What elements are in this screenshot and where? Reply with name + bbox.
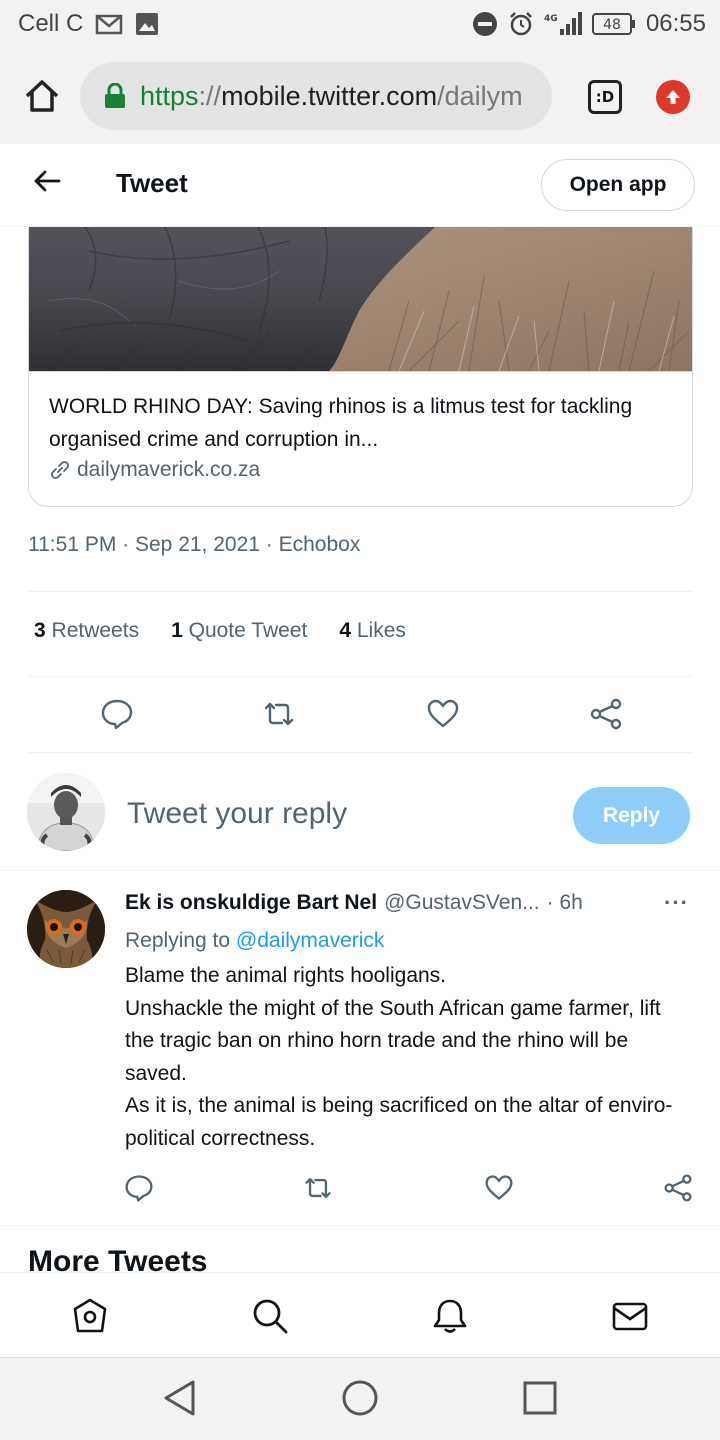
home-icon[interactable] bbox=[22, 76, 62, 116]
clock: 06:55 bbox=[645, 10, 706, 37]
tweet-timestamp[interactable]: 11:51 PM · Sep 21, 2021 · Echobox bbox=[28, 533, 360, 557]
retweets-stat[interactable]: 3 Retweets bbox=[34, 619, 139, 643]
retweet-icon[interactable] bbox=[303, 1173, 333, 1203]
back-triangle-icon[interactable] bbox=[160, 1378, 200, 1418]
tweet-header: Tweet Open app bbox=[0, 144, 720, 227]
likes-stat[interactable]: 4 Likes bbox=[339, 619, 406, 643]
reply-header: Ek is onskuldige Bart Nel @GustavSVen...… bbox=[125, 891, 583, 915]
alarm-icon bbox=[508, 11, 534, 37]
reply-input[interactable]: Tweet your reply bbox=[127, 797, 347, 831]
reply-text-line: As it is, the animal is being sacrificed… bbox=[125, 1094, 673, 1150]
like-heart-icon[interactable] bbox=[484, 1173, 514, 1203]
update-icon[interactable] bbox=[656, 80, 690, 114]
image-icon bbox=[135, 12, 159, 36]
browser-toolbar: https://mobile.twitter.com/dailym :D bbox=[0, 50, 720, 144]
page-title: Tweet bbox=[116, 168, 188, 198]
bottom-navigation bbox=[0, 1272, 720, 1357]
replier-name[interactable]: Ek is onskuldige Bart Nel bbox=[125, 891, 377, 915]
more-tweets-heading: More Tweets bbox=[28, 1245, 208, 1272]
back-arrow-icon[interactable] bbox=[32, 166, 62, 196]
lock-icon bbox=[105, 83, 125, 108]
tweet-stats: 3 Retweets 1 Quote Tweet 4 Likes bbox=[34, 619, 406, 643]
retweet-icon[interactable] bbox=[262, 697, 296, 731]
replier-avatar[interactable] bbox=[27, 890, 105, 968]
svg-text:4G: 4G bbox=[544, 14, 558, 24]
status-bar: Cell C 4G 48 06:55 bbox=[0, 0, 720, 50]
divider bbox=[28, 591, 693, 592]
battery-icon: 48 bbox=[591, 12, 636, 36]
search-icon[interactable] bbox=[251, 1297, 289, 1335]
reply-button[interactable]: Reply bbox=[573, 787, 690, 844]
open-app-button[interactable]: Open app bbox=[541, 159, 695, 211]
reply-time[interactable]: · 6h bbox=[547, 891, 583, 915]
mention-link[interactable]: @dailymaverick bbox=[236, 929, 385, 952]
card-body: WORLD RHINO DAY: Saving rhinos is a litm… bbox=[29, 371, 692, 506]
tweet-actions bbox=[0, 697, 720, 737]
divider bbox=[28, 752, 693, 753]
card-domain-text: dailymaverick.co.za bbox=[77, 458, 261, 481]
signal-icon: 4G bbox=[544, 11, 582, 37]
reply-actions bbox=[0, 1173, 720, 1213]
divider bbox=[28, 676, 693, 677]
url-text: https://mobile.twitter.com/dailym bbox=[140, 80, 523, 111]
link-icon bbox=[51, 461, 69, 479]
reply-text-line: Blame the animal rights hooligans. bbox=[125, 964, 447, 987]
like-heart-icon[interactable] bbox=[426, 697, 460, 731]
gmail-icon bbox=[95, 13, 123, 35]
card-domain: dailymaverick.co.za bbox=[49, 458, 674, 482]
divider bbox=[0, 870, 720, 871]
reply-icon[interactable] bbox=[124, 1173, 154, 1203]
quote-tweets-stat[interactable]: 1 Quote Tweet bbox=[171, 619, 307, 643]
share-icon[interactable] bbox=[663, 1173, 693, 1203]
carrier-label: Cell C bbox=[18, 10, 84, 37]
share-icon[interactable] bbox=[589, 697, 623, 731]
user-avatar[interactable] bbox=[27, 773, 105, 851]
system-navigation-bar bbox=[0, 1357, 720, 1440]
reply-icon[interactable] bbox=[100, 697, 134, 731]
divider bbox=[0, 1225, 720, 1226]
more-options-icon[interactable]: ··· bbox=[664, 890, 689, 916]
recents-square-icon[interactable] bbox=[520, 1378, 560, 1418]
reply-text: Blame the animal rights hooligans. Unsha… bbox=[125, 960, 695, 1155]
battery-level: 48 bbox=[603, 17, 621, 33]
home-icon[interactable] bbox=[71, 1297, 109, 1335]
messages-envelope-icon[interactable] bbox=[611, 1297, 649, 1335]
notifications-bell-icon[interactable] bbox=[431, 1297, 469, 1335]
home-circle-icon[interactable] bbox=[340, 1378, 380, 1418]
replier-handle[interactable]: @GustavSVen... bbox=[384, 891, 540, 915]
do-not-disturb-icon bbox=[472, 11, 498, 37]
replying-to: Replying to @dailymaverick bbox=[125, 929, 385, 952]
card-title: WORLD RHINO DAY: Saving rhinos is a litm… bbox=[49, 395, 633, 451]
tab-switcher-icon[interactable]: :D bbox=[588, 80, 622, 114]
link-card[interactable]: WORLD RHINO DAY: Saving rhinos is a litm… bbox=[28, 180, 693, 507]
reply-text-line: Unshackle the might of the South African… bbox=[125, 996, 661, 1085]
url-bar[interactable]: https://mobile.twitter.com/dailym bbox=[80, 62, 552, 130]
